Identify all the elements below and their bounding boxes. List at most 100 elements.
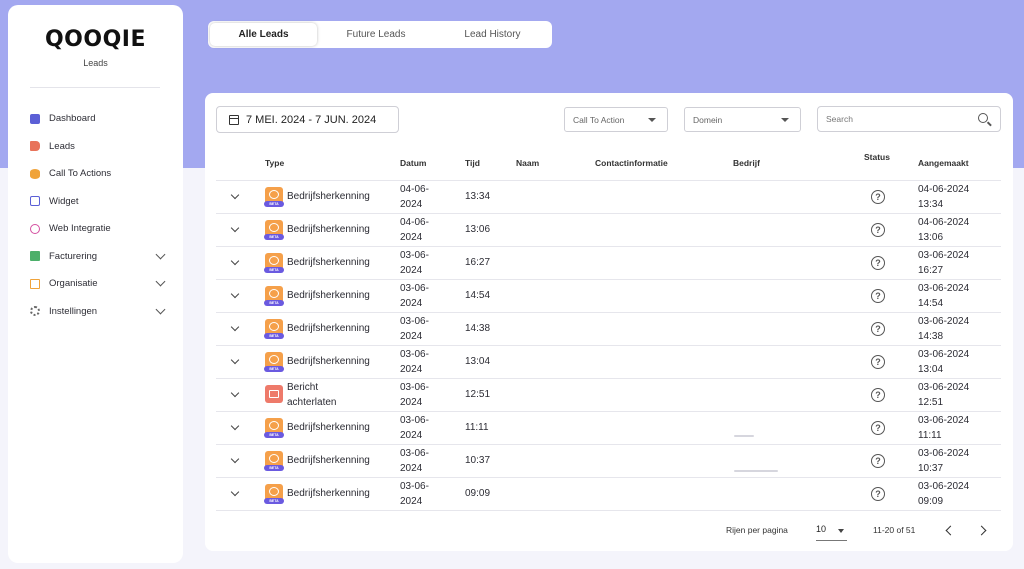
search-input[interactable]: Search [817, 106, 1001, 132]
lead-time: 14:38 [465, 323, 491, 334]
beta-badge: BETA [264, 300, 284, 306]
tab-alle-leads[interactable]: Alle Leads [210, 23, 317, 46]
help-circle-icon[interactable]: ? [871, 454, 885, 468]
beta-badge: BETA [264, 432, 284, 438]
next-page-icon[interactable] [976, 525, 987, 536]
beta-badge: BETA [264, 333, 284, 339]
sidebar-item-label: Widget [49, 195, 79, 207]
chevron-down-icon[interactable] [155, 249, 166, 259]
chevron-down-icon[interactable] [155, 304, 166, 314]
sidebar-item-label: Dashboard [49, 113, 96, 125]
help-circle-icon[interactable]: ? [871, 256, 885, 270]
lead-date: 03-06-2024 [400, 448, 429, 474]
rows-per-page-label: Rijen per pagina [726, 525, 788, 535]
column-header-tijd[interactable]: Tijd [465, 158, 480, 168]
building-icon [30, 278, 40, 289]
lead-created-date: 03-06-2024 [918, 448, 970, 459]
lead-time: 12:51 [465, 389, 491, 400]
column-header-datum[interactable]: Datum [400, 158, 426, 168]
lead-time: 13:34 [465, 191, 491, 202]
lead-created-time: 12:51 [918, 397, 944, 408]
table-row[interactable]: BETA Bedrijfsherkenning 03-06-2024 14:54? 03… [216, 279, 1001, 312]
expand-row-chevron-icon[interactable] [230, 289, 240, 299]
table-row[interactable]: BETA Bedrijfsherkenning 03-06-2024 13:04? 03… [216, 345, 1001, 378]
logo[interactable]: QOOQIE [8, 27, 183, 52]
sidebar-item-organisatie[interactable]: Organisatie [30, 270, 170, 298]
help-circle-icon[interactable]: ? [871, 322, 885, 336]
lead-date: 03-06-2024 [400, 415, 429, 441]
lead-created-date: 03-06-2024 [918, 349, 970, 360]
sidebar-item-call-to-actions[interactable]: Call To Actions [30, 160, 170, 188]
megaphone-icon [30, 141, 40, 152]
call-to-action-select[interactable]: Call To Action [564, 107, 668, 132]
chevron-down-icon[interactable] [155, 276, 166, 287]
lead-created-time: 14:38 [918, 331, 944, 342]
lead-created-time: 13:06 [918, 232, 944, 243]
help-circle-icon[interactable]: ? [871, 190, 885, 204]
expand-row-chevron-icon[interactable] [230, 223, 240, 233]
sidebar-item-instellingen[interactable]: Instellingen [30, 298, 170, 326]
date-range-label: 7 MEI. 2024 - 7 JUN. 2024 [246, 113, 377, 126]
sidebar-item-label: Organisatie [49, 278, 98, 290]
sidebar-item-dashboard[interactable]: Dashboard [30, 105, 170, 133]
column-header-aangemaakt[interactable]: Aangemaakt [918, 158, 969, 168]
chat-icon [30, 196, 40, 207]
column-header-status[interactable]: Status [864, 152, 890, 162]
expand-row-chevron-icon[interactable] [230, 388, 240, 398]
sidebar-item-widget[interactable]: Widget [30, 188, 170, 216]
column-header-type[interactable]: Type [265, 158, 284, 168]
expand-row-chevron-icon[interactable] [230, 454, 240, 464]
search-icon[interactable] [978, 113, 988, 123]
date-range-picker[interactable]: 7 MEI. 2024 - 7 JUN. 2024 [216, 106, 399, 133]
help-circle-icon[interactable]: ? [871, 223, 885, 237]
lead-time: 11:11 [465, 422, 489, 433]
table-row[interactable]: BETA Bedrijfsherkenning 03-06-2024 11:11? 03… [216, 411, 1001, 444]
help-circle-icon[interactable]: ? [871, 487, 885, 501]
rows-per-page-select[interactable]: 10 [816, 519, 847, 541]
call-to-action-placeholder: Call To Action [573, 114, 625, 125]
lead-date: 03-06-2024 [400, 316, 429, 342]
expand-row-chevron-icon[interactable] [230, 190, 240, 200]
tab-future-leads[interactable]: Future Leads [317, 23, 435, 46]
help-circle-icon[interactable]: ? [871, 388, 885, 402]
lead-date: 03-06-2024 [400, 283, 429, 309]
expand-row-chevron-icon[interactable] [230, 487, 240, 497]
table-row[interactable]: BETA Bedrijfsherkenning 03-06-2024 14:38? 03… [216, 312, 1001, 345]
expand-row-chevron-icon[interactable] [230, 322, 240, 332]
expand-row-chevron-icon[interactable] [230, 421, 240, 431]
table-row[interactable]: BETA Bedrijfsherkenning 04-06-2024 13:06? 04… [216, 213, 1001, 246]
table-row[interactable]: BETA Bedrijfsherkenning 03-06-2024 09:09? 03… [216, 477, 1001, 510]
sidebar-item-leads[interactable]: Leads [30, 133, 170, 161]
previous-page-icon[interactable] [945, 525, 956, 536]
lead-tabs: Alle Leads Future Leads Lead History [208, 21, 552, 48]
lead-created-date: 03-06-2024 [918, 415, 970, 426]
lead-date: 04-06-2024 [400, 217, 429, 243]
help-circle-icon[interactable]: ? [871, 355, 885, 369]
sidebar-item-web-integratie[interactable]: Web Integratie [30, 215, 170, 243]
lead-created-date: 03-06-2024 [918, 250, 970, 261]
column-header-contactinformatie[interactable]: Contactinformatie [595, 158, 668, 168]
sidebar-item-facturering[interactable]: Facturering [30, 243, 170, 271]
domain-select[interactable]: Domein [684, 107, 801, 132]
caret-down-icon [781, 118, 789, 122]
table-row[interactable]: Bericht achterlaten 03-06-2024 12:51? 03-06… [216, 378, 1001, 411]
column-header-naam[interactable]: Naam [516, 158, 539, 168]
company-recognition-icon: BETA [264, 286, 284, 306]
lead-type: Bedrijfsherkenning [287, 356, 370, 367]
table-row[interactable]: BETA Bedrijfsherkenning 04-06-2024 13:34? 04… [216, 180, 1001, 213]
tab-lead-history[interactable]: Lead History [435, 23, 550, 46]
table-row[interactable]: BETA Bedrijfsherkenning 03-06-2024 16:27? 03… [216, 246, 1001, 279]
beta-badge: BETA [264, 234, 284, 240]
lead-type: Bedrijfsherkenning [287, 455, 370, 466]
expand-row-chevron-icon[interactable] [230, 355, 240, 365]
help-circle-icon[interactable]: ? [871, 421, 885, 435]
beta-badge: BETA [264, 465, 284, 471]
lead-type: Bedrijfsherkenning [287, 422, 370, 433]
mail-icon [265, 385, 283, 403]
table-row[interactable]: BETA Bedrijfsherkenning 03-06-2024 10:37? 03… [216, 444, 1001, 477]
sidebar-item-label: Leads [49, 140, 75, 152]
column-header-bedrijf[interactable]: Bedrijf [733, 158, 760, 168]
expand-row-chevron-icon[interactable] [230, 256, 240, 266]
lead-created-time: 13:34 [918, 199, 944, 210]
help-circle-icon[interactable]: ? [871, 289, 885, 303]
